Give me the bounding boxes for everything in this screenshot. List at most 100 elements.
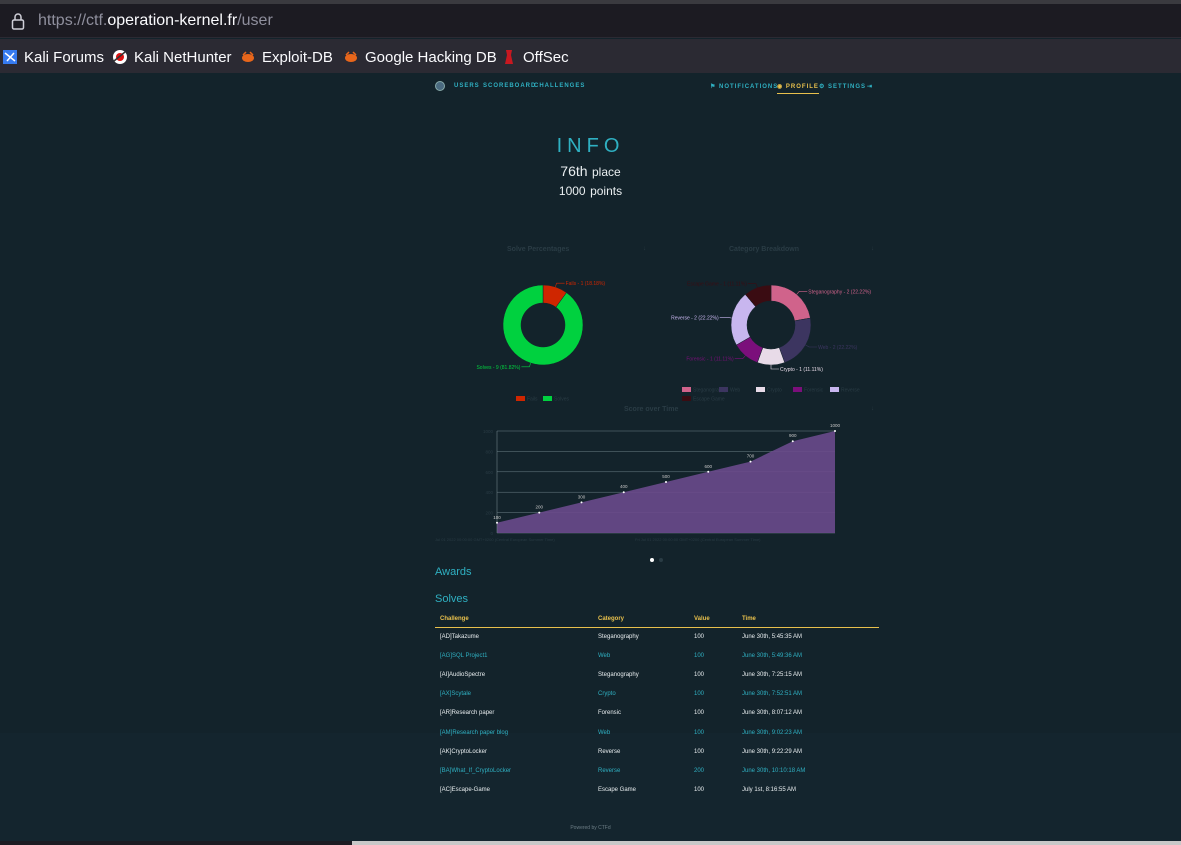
legend-label: Fails	[527, 397, 538, 403]
solve-chart-title: Solve Percentages	[507, 246, 570, 253]
col-category: Category	[593, 611, 689, 628]
bookmark-offsec[interactable]: OffSec	[501, 48, 569, 66]
y-tick-label: 800	[485, 449, 493, 454]
category-cell: Web	[598, 729, 611, 736]
legend-swatch[interactable]	[756, 387, 765, 392]
value-cell: 100	[694, 691, 705, 698]
score-point[interactable]	[791, 440, 794, 443]
challenge-link[interactable]: [AK]CryptoLocker	[435, 742, 593, 761]
slice-label: Steganography - 2 (22.22%)	[808, 289, 871, 295]
legend-swatch[interactable]	[543, 396, 552, 401]
slice-label: Web - 2 (22.22%)	[818, 345, 857, 351]
col-challenge: Challenge	[435, 611, 593, 628]
offsec-icon	[505, 50, 513, 64]
y-tick-label: 1000	[483, 429, 494, 434]
value-cell: 100	[694, 652, 705, 659]
challenge-link[interactable]: [AM]Research paper blog	[435, 723, 593, 742]
bookmarks-toolbar: Kali Forums Kali NetHunter Exploit-DB Go…	[0, 39, 1181, 73]
time-cell: June 30th, 5:45:35 AM	[742, 633, 803, 640]
value-cell: 100	[694, 671, 705, 678]
nav-profile[interactable]: ◉ PROFILE	[777, 83, 819, 94]
table-header-row: Challenge Category Value Time	[435, 611, 879, 628]
legend-swatch[interactable]	[516, 396, 525, 401]
table-row: [AK]CryptoLocker Reverse 100 June 30th, 9:2…	[435, 742, 879, 761]
gears-icon: ⚙	[819, 84, 829, 90]
legend-swatch[interactable]	[830, 387, 839, 392]
legend-swatch[interactable]	[793, 387, 802, 392]
slice-leader-line	[770, 365, 779, 370]
bookmark-kali-forums[interactable]: Kali Forums	[2, 48, 104, 66]
score-point[interactable]	[622, 491, 625, 494]
category-cell: Crypto	[598, 691, 616, 698]
powered-by-ctfd[interactable]: Powered by CTFd	[0, 825, 1181, 831]
bookmark-kali-nethunter[interactable]: Kali NetHunter	[112, 48, 232, 66]
score-point[interactable]	[496, 521, 498, 524]
challenge-link[interactable]: [AI]AudioSpectre	[435, 665, 593, 684]
table-row: [AR]Research paper Forensic 100 June 30th, …	[435, 704, 879, 723]
time-cell: June 30th, 7:52:51 AM	[742, 691, 803, 698]
challenge-link[interactable]: [AX]Scytale	[435, 685, 593, 704]
score-point-label: 1000	[830, 423, 841, 428]
pie-slice-1[interactable]	[778, 317, 812, 363]
challenge-link[interactable]: [AD]Takazume	[435, 627, 593, 646]
carousel-dot[interactable]	[659, 558, 663, 562]
challenge-link[interactable]: [BA]What_If_CryptoLocker	[435, 761, 593, 780]
time-cell: July 1st, 8:16:55 AM	[742, 787, 797, 794]
logout-icon[interactable]: ⇥	[867, 83, 873, 90]
score-point-label: 200	[535, 505, 543, 510]
x-axis-end-label: Fri Jul 01 2022 00:00:00 GMT+0200 (Centr…	[635, 537, 761, 542]
bookmark-exploit-db[interactable]: Exploit-DB	[240, 48, 333, 66]
ctf-logo-icon[interactable]	[435, 81, 445, 91]
place-line: 76th place	[560, 163, 621, 179]
pie-slice-0[interactable]	[770, 284, 811, 322]
nav-challenges[interactable]: CHALLENGES	[534, 83, 585, 89]
bell-icon: ⚑	[710, 84, 720, 90]
score-point[interactable]	[580, 501, 583, 504]
category-cell: Forensic	[598, 710, 622, 717]
slice-label: Reverse - 2 (22.22%)	[671, 315, 719, 321]
score-point-label: 100	[493, 515, 501, 520]
table-row: [AD]Takazume Steganography 100 June 30th, 5…	[435, 627, 879, 646]
score-point[interactable]	[707, 470, 710, 473]
score-point[interactable]	[538, 511, 541, 514]
slice-leader-line	[734, 355, 746, 360]
category-cell: Web	[598, 652, 611, 659]
download-icon[interactable]: ↓	[871, 246, 874, 252]
ghdb-icon	[345, 51, 357, 62]
y-tick-label: 400	[485, 490, 493, 495]
legend-swatch[interactable]	[682, 396, 691, 401]
user-circle-icon: ◉	[777, 84, 786, 90]
challenge-link[interactable]: [AR]Research paper	[435, 704, 593, 723]
solves-heading: Solves	[435, 593, 469, 605]
score-point[interactable]	[834, 430, 836, 432]
x-axis-start-label: Jul 01 2022 00:00:00 GMT+0200 (Central E…	[435, 537, 555, 542]
challenge-link[interactable]: [AG]SQL Project1	[435, 646, 593, 665]
url-bar[interactable]: https://ctf.operation-kernel.fr/user	[0, 4, 1181, 38]
pie-slice-1[interactable]	[502, 284, 584, 366]
slice-leader-line	[805, 344, 818, 348]
time-cell: June 30th, 10:10:18 AM	[742, 767, 806, 774]
carousel-dot-active[interactable]	[650, 558, 654, 562]
legend-swatch[interactable]	[682, 387, 691, 392]
nav-settings[interactable]: ⚙ SETTINGS	[819, 83, 866, 90]
nav-scoreboard[interactable]: SCOREBOARD	[483, 83, 536, 89]
legend-swatch[interactable]	[719, 387, 728, 392]
url-text[interactable]: https://ctf.operation-kernel.fr/user	[38, 12, 273, 30]
lock-icon	[11, 13, 25, 30]
value-cell: 100	[694, 748, 705, 755]
score-point[interactable]	[749, 460, 752, 463]
score-point-label: 500	[662, 474, 670, 479]
challenge-link[interactable]: [AC]Escape-Game	[435, 781, 593, 800]
horizontal-scrollbar[interactable]	[352, 841, 1181, 845]
bookmark-google-hacking-db[interactable]: Google Hacking DB	[343, 48, 497, 66]
score-point-label: 900	[789, 433, 797, 438]
category-cell: Escape Game	[598, 787, 637, 794]
download-icon[interactable]: ↓	[643, 246, 646, 252]
score-point-label: 300	[578, 494, 586, 499]
nav-notifications[interactable]: ⚑ NOTIFICATIONS	[710, 83, 778, 90]
ctfd-navbar: USERS SCOREBOARD CHALLENGES ⚑ NOTIFICATI…	[435, 81, 879, 95]
nav-users[interactable]: USERS	[454, 83, 480, 89]
score-point[interactable]	[665, 481, 667, 483]
category-breakdown-chart: Steganography - 2 (22.22%) Web - 2 (22.22…	[671, 282, 871, 403]
nethunter-icon	[113, 50, 127, 64]
